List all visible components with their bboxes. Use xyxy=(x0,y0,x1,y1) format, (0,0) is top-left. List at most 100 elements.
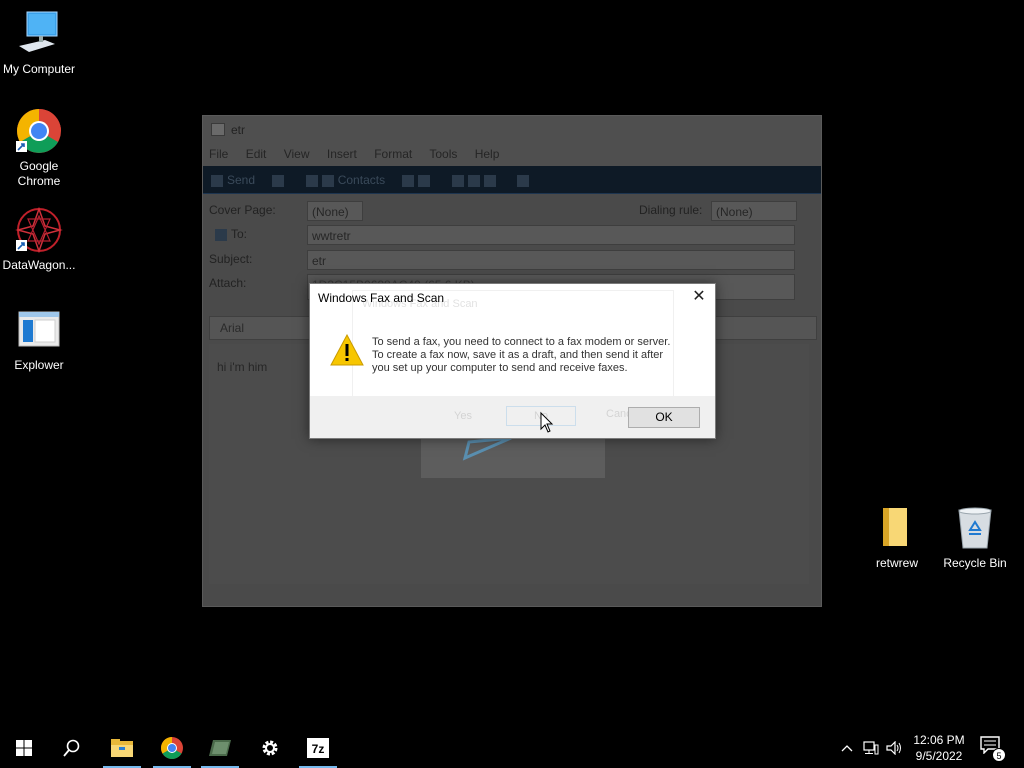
clock-date: 9/5/2022 xyxy=(915,749,963,763)
settings-icon xyxy=(262,740,278,756)
desktop-icon-label: Recycle Bin xyxy=(943,556,1007,570)
toolbar-button[interactable] xyxy=(451,173,500,187)
window-titlebar[interactable]: etr xyxy=(203,116,821,144)
datawagon-icon xyxy=(15,206,63,254)
fax-app-icon xyxy=(211,123,225,136)
taskbar-file-explorer[interactable] xyxy=(98,728,146,768)
show-hidden-icons-button[interactable] xyxy=(838,728,856,768)
desktop-icon-recycle-bin[interactable]: Recycle Bin xyxy=(936,504,1014,571)
contact-card-icon xyxy=(215,228,227,241)
window-title: etr xyxy=(231,123,246,137)
desktop-icon-label: DataWagon... xyxy=(2,258,76,272)
picture-icon xyxy=(467,174,480,187)
ghost-dialog-title: Windows Fax and Scan xyxy=(362,298,478,310)
folder-icon xyxy=(873,504,921,552)
start-icon xyxy=(16,740,32,756)
fax-body-text: hi i'm him xyxy=(217,360,268,374)
address-book-icon xyxy=(321,174,334,187)
menu-edit[interactable]: Edit xyxy=(246,147,267,161)
ok-button[interactable]: OK xyxy=(628,407,700,428)
to-label: To: xyxy=(231,227,248,241)
desktop-icon-my-computer[interactable]: My Computer xyxy=(0,10,78,77)
menu-help[interactable]: Help xyxy=(475,147,500,161)
contacts-icon xyxy=(305,174,318,187)
fax-warning-dialog: Windows Fax and Scan ✕ Windows Fax and S… xyxy=(309,283,716,439)
mouse-cursor-icon xyxy=(540,411,554,434)
cover-page-select[interactable]: (None) xyxy=(307,201,363,221)
7zip-icon: 7z xyxy=(307,738,329,758)
desktop-icon-label: Google Chrome xyxy=(17,159,61,188)
taskbar: 7z 12:06 PM 9/5/2022 5 xyxy=(0,728,1024,768)
desktop: My Computer Google Chrome DataWagon... E… xyxy=(0,0,1024,728)
desktop-icon-google-chrome[interactable]: Google Chrome xyxy=(0,107,78,189)
message-line: To create a fax now, save it as a draft,… xyxy=(372,349,664,361)
network-button[interactable] xyxy=(860,728,882,768)
menu-bar: File Edit View Insert Format Tools Help xyxy=(203,144,821,166)
menu-view[interactable]: View xyxy=(284,147,310,161)
warning-icon xyxy=(330,333,364,366)
volume-button[interactable] xyxy=(884,728,906,768)
toolbar-button[interactable] xyxy=(517,173,533,187)
taskbar-chrome[interactable] xyxy=(148,728,196,768)
action-center-button[interactable]: 5 xyxy=(980,736,1006,762)
contacts-button[interactable]: Contacts xyxy=(305,173,386,187)
toolbar-button[interactable] xyxy=(402,173,434,187)
cover-page-icon xyxy=(272,174,285,187)
dialog-body: To send a fax, you need to connect to a … xyxy=(310,312,715,396)
menu-format[interactable]: Format xyxy=(374,147,412,161)
dialing-rule-select[interactable]: (None) xyxy=(711,201,797,221)
clock-time: 12:06 PM xyxy=(913,733,965,747)
recycle-bin-icon xyxy=(951,504,999,552)
desktop-icon-explower[interactable]: Explower xyxy=(0,306,78,373)
subject-field[interactable]: etr xyxy=(307,250,795,270)
taskbar-settings[interactable] xyxy=(246,728,294,768)
desktop-icon-label: retwrew xyxy=(875,556,918,570)
dialog-footer: Yes No Cancel OK xyxy=(310,396,715,438)
font-name-select[interactable]: Arial xyxy=(220,321,244,335)
taskbar-app[interactable] xyxy=(196,728,244,768)
desktop-icon-label: Explower xyxy=(14,358,64,372)
insert-text-icon xyxy=(418,174,431,187)
to-field[interactable]: wwtretr xyxy=(307,225,795,245)
desktop-icon-datawagon[interactable]: DataWagon... xyxy=(0,206,78,273)
attach-label: Attach: xyxy=(209,276,247,290)
desktop-icon-retwrew[interactable]: retwrew xyxy=(858,504,936,571)
computer-icon xyxy=(15,10,63,58)
menu-insert[interactable]: Insert xyxy=(327,147,357,161)
search-button[interactable] xyxy=(48,728,96,768)
to-button[interactable]: To: xyxy=(215,227,247,241)
message-line: To send a fax, you need to connect to a … xyxy=(372,336,671,348)
send-label: Send xyxy=(227,173,256,187)
taskbar-7zip[interactable]: 7z xyxy=(294,728,342,768)
chrome-icon xyxy=(15,107,63,155)
subject-label: Subject: xyxy=(209,252,253,266)
cover-page-label: Cover Page: xyxy=(209,203,276,217)
send-icon xyxy=(211,174,223,187)
contacts-label: Contacts xyxy=(337,173,386,187)
app-icon xyxy=(209,740,231,756)
fax-toolbar: Send Contacts xyxy=(203,166,821,194)
toolbar-button[interactable] xyxy=(272,173,288,187)
search-icon xyxy=(63,739,80,757)
menu-tools[interactable]: Tools xyxy=(429,147,457,161)
desktop-icon-label: My Computer xyxy=(2,62,76,76)
send-button[interactable]: Send xyxy=(211,173,255,187)
ghost-yes-button: Yes xyxy=(454,410,472,422)
line-icon xyxy=(483,174,496,187)
chevron-up-icon xyxy=(841,745,853,752)
explower-icon xyxy=(15,306,63,354)
network-icon xyxy=(863,741,879,755)
close-icon: ✕ xyxy=(692,288,706,305)
message-line: you set up your computer to send and rec… xyxy=(372,362,628,374)
start-button[interactable] xyxy=(0,728,48,768)
attach-icon xyxy=(451,174,464,187)
chrome-icon xyxy=(161,737,183,759)
close-button[interactable]: ✕ xyxy=(689,287,709,307)
check-names-icon xyxy=(402,174,415,187)
dialing-rule-label: Dialing rule: xyxy=(639,203,703,217)
system-clock[interactable]: 12:06 PM 9/5/2022 xyxy=(905,732,973,764)
7zip-label: 7z xyxy=(311,742,325,756)
dialog-message: To send a fax, you need to connect to a … xyxy=(372,336,702,375)
notification-count-badge: 5 xyxy=(992,748,1006,762)
menu-file[interactable]: File xyxy=(209,147,228,161)
